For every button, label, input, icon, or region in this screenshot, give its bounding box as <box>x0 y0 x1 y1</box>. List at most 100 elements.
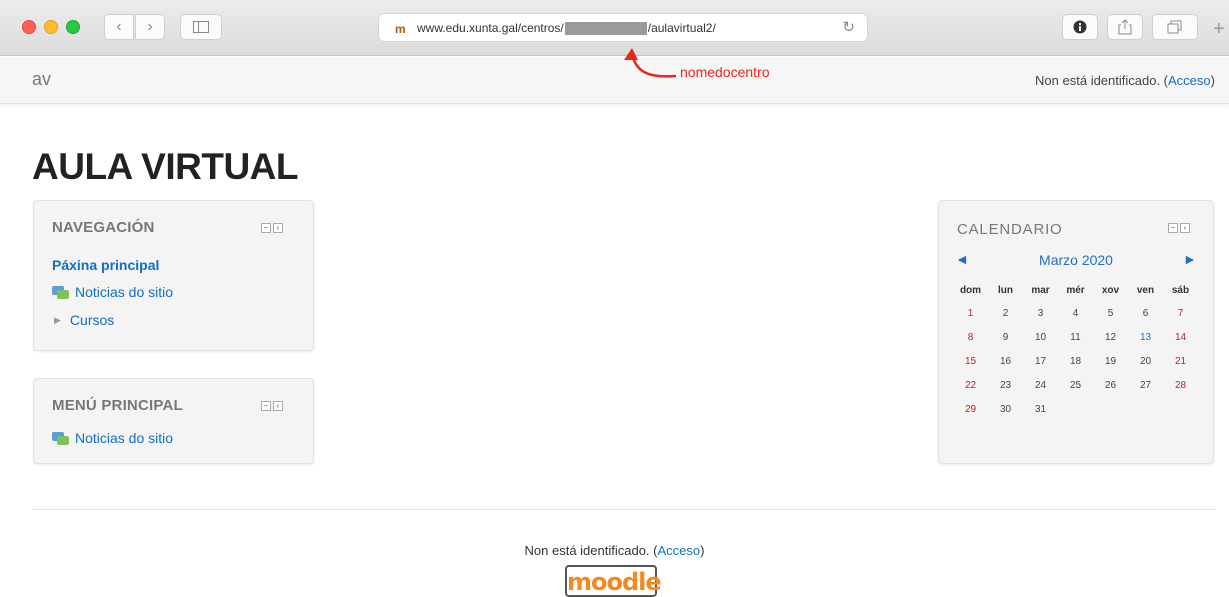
url-text: www.edu.xunta.gal/centros/ /aulavirtual2/ <box>417 21 716 35</box>
chevron-right-icon: › <box>147 18 153 35</box>
footer-divider <box>32 509 1216 510</box>
login-link[interactable]: Acceso <box>1168 73 1211 88</box>
footer-login-link[interactable]: Acceso <box>657 543 700 558</box>
calendar-weekday: lun <box>998 284 1013 296</box>
menu-news-item[interactable]: Noticias do sitio <box>52 430 173 446</box>
dock-block-icon[interactable]: ‹ <box>273 223 283 233</box>
calendar-day[interactable]: 14 <box>1163 325 1198 349</box>
zoom-window-button[interactable] <box>66 20 80 34</box>
calendar-day[interactable]: 10 <box>1023 325 1058 349</box>
calendar-day[interactable]: 19 <box>1093 349 1128 373</box>
calendar-day[interactable]: 31 <box>1023 397 1058 421</box>
calendar-next-month[interactable]: ► <box>1183 251 1197 267</box>
calendar-empty-cell <box>1058 397 1093 421</box>
new-tab-plus-icon[interactable]: + <box>1213 18 1225 41</box>
main-menu-block-title: MENÚ PRINCIPAL <box>52 397 183 414</box>
login-status-text: Non está identificado. ( <box>1035 73 1169 88</box>
calendar-prev-month[interactable]: ◄ <box>955 251 969 267</box>
calendar-day[interactable]: 30 <box>988 397 1023 421</box>
block-controls: − ‹ <box>261 401 283 411</box>
calendar-day[interactable]: 8 <box>953 325 988 349</box>
calendar-empty-cell <box>1128 397 1163 421</box>
address-bar[interactable]: m www.edu.xunta.gal/centros/ /aulavirtual… <box>378 13 868 42</box>
reload-icon[interactable]: ↻ <box>842 18 855 36</box>
extension-button[interactable] <box>1062 14 1098 40</box>
calendar-empty-cell <box>1163 397 1198 421</box>
annotation-arrow <box>624 48 677 78</box>
calendar-day[interactable]: 12 <box>1093 325 1128 349</box>
dock-block-icon[interactable]: ‹ <box>1180 223 1190 233</box>
calendar-day[interactable]: 6 <box>1128 301 1163 325</box>
close-window-button[interactable] <box>22 20 36 34</box>
moodle-logo[interactable]: moodle <box>565 565 662 597</box>
calendar-day[interactable]: 27 <box>1128 373 1163 397</box>
nav-home-link[interactable]: Páxina principal <box>52 257 159 273</box>
calendar-day[interactable]: 21 <box>1163 349 1198 373</box>
calendar-block: CALENDARIO − ‹ Marzo 2020 ◄ ► dom lun mar m… <box>938 200 1214 464</box>
nav-courses-link[interactable]: Cursos <box>70 312 114 328</box>
calendar-day[interactable]: 2 <box>988 301 1023 325</box>
login-info: Non está identificado. (Acceso) <box>1035 73 1215 88</box>
calendar-grid: dom lun mar mér xov ven sáb 1 2 3 4 5 6 7 8 9 10 11 12 13 1… <box>953 279 1198 421</box>
calendar-weekday: sáb <box>1171 284 1190 296</box>
calendar-week-row: 15 16 17 18 19 20 21 <box>953 349 1198 373</box>
calendar-day[interactable]: 29 <box>953 397 988 421</box>
navigation-block: NAVEGACIÓN − ‹ Páxina principal Noticias… <box>33 200 314 351</box>
moodle-logo-text: moodle <box>567 568 662 596</box>
collapse-block-icon[interactable]: − <box>1168 223 1178 233</box>
calendar-day[interactable]: 5 <box>1093 301 1128 325</box>
calendar-day[interactable]: 24 <box>1023 373 1058 397</box>
calendar-day[interactable]: 15 <box>953 349 988 373</box>
main-menu-block: MENÚ PRINCIPAL − ‹ Noticias do sitio <box>33 378 314 464</box>
site-favicon: m <box>395 22 406 36</box>
nav-news-item[interactable]: Noticias do sitio <box>52 284 173 300</box>
calendar-day[interactable]: 3 <box>1023 301 1058 325</box>
login-close-paren: ) <box>1210 73 1215 88</box>
calendar-weekday: dom <box>959 284 982 296</box>
back-button[interactable]: ‹ <box>104 14 134 40</box>
calendar-day[interactable]: 20 <box>1128 349 1163 373</box>
calendar-weekday: mér <box>1066 284 1085 296</box>
calendar-day[interactable]: 22 <box>953 373 988 397</box>
dock-block-icon[interactable]: ‹ <box>273 401 283 411</box>
calendar-day[interactable]: 26 <box>1093 373 1128 397</box>
calendar-day[interactable]: 17 <box>1023 349 1058 373</box>
forum-icon <box>52 285 69 299</box>
calendar-day[interactable]: 13 <box>1128 325 1163 349</box>
calendar-day[interactable]: 11 <box>1058 325 1093 349</box>
collapse-block-icon[interactable]: − <box>261 401 271 411</box>
tabs-icon <box>1167 20 1182 34</box>
calendar-day[interactable]: 9 <box>988 325 1023 349</box>
calendar-day[interactable]: 28 <box>1163 373 1198 397</box>
site-brand[interactable]: av <box>32 69 51 90</box>
forum-icon <box>52 431 69 445</box>
tabs-button[interactable] <box>1152 14 1198 40</box>
collapse-block-icon[interactable]: − <box>261 223 271 233</box>
calendar-day[interactable]: 1 <box>953 301 988 325</box>
calendar-empty-cell <box>1093 397 1128 421</box>
calendar-day[interactable]: 25 <box>1058 373 1093 397</box>
calendar-day[interactable]: 18 <box>1058 349 1093 373</box>
calendar-month-link[interactable]: Marzo 2020 <box>939 252 1213 268</box>
calendar-week-row: 1234567 <box>953 301 1198 325</box>
calendar-day[interactable]: 7 <box>1163 301 1198 325</box>
minimize-window-button[interactable] <box>44 20 58 34</box>
sidebar-button[interactable] <box>180 14 222 40</box>
navigation-block-title: NAVEGACIÓN <box>52 219 155 236</box>
nav-courses-item[interactable]: ▶ Cursos <box>52 312 114 328</box>
nav-news-link[interactable]: Noticias do sitio <box>75 284 173 300</box>
calendar-day[interactable]: 4 <box>1058 301 1093 325</box>
footer-login-status-text: Non está identificado. ( <box>524 543 658 558</box>
redacted-url-segment <box>564 21 647 35</box>
menu-news-link[interactable]: Noticias do sitio <box>75 430 173 446</box>
site-header: av Non está identificado. (Acceso) <box>0 57 1229 104</box>
calendar-weekday: mar <box>1031 284 1050 296</box>
calendar-week-row: 8 9 10 11 12 13 14 <box>953 325 1198 349</box>
calendar-day[interactable]: 16 <box>988 349 1023 373</box>
block-controls: − ‹ <box>1168 223 1190 233</box>
calendar-day[interactable]: 23 <box>988 373 1023 397</box>
url-suffix: /aulavirtual2/ <box>647 21 716 35</box>
share-button[interactable] <box>1107 14 1143 40</box>
browser-toolbar: ‹ › m www.edu.xunta.gal/centros/ /aulavir… <box>0 0 1229 56</box>
forward-button[interactable]: › <box>135 14 165 40</box>
